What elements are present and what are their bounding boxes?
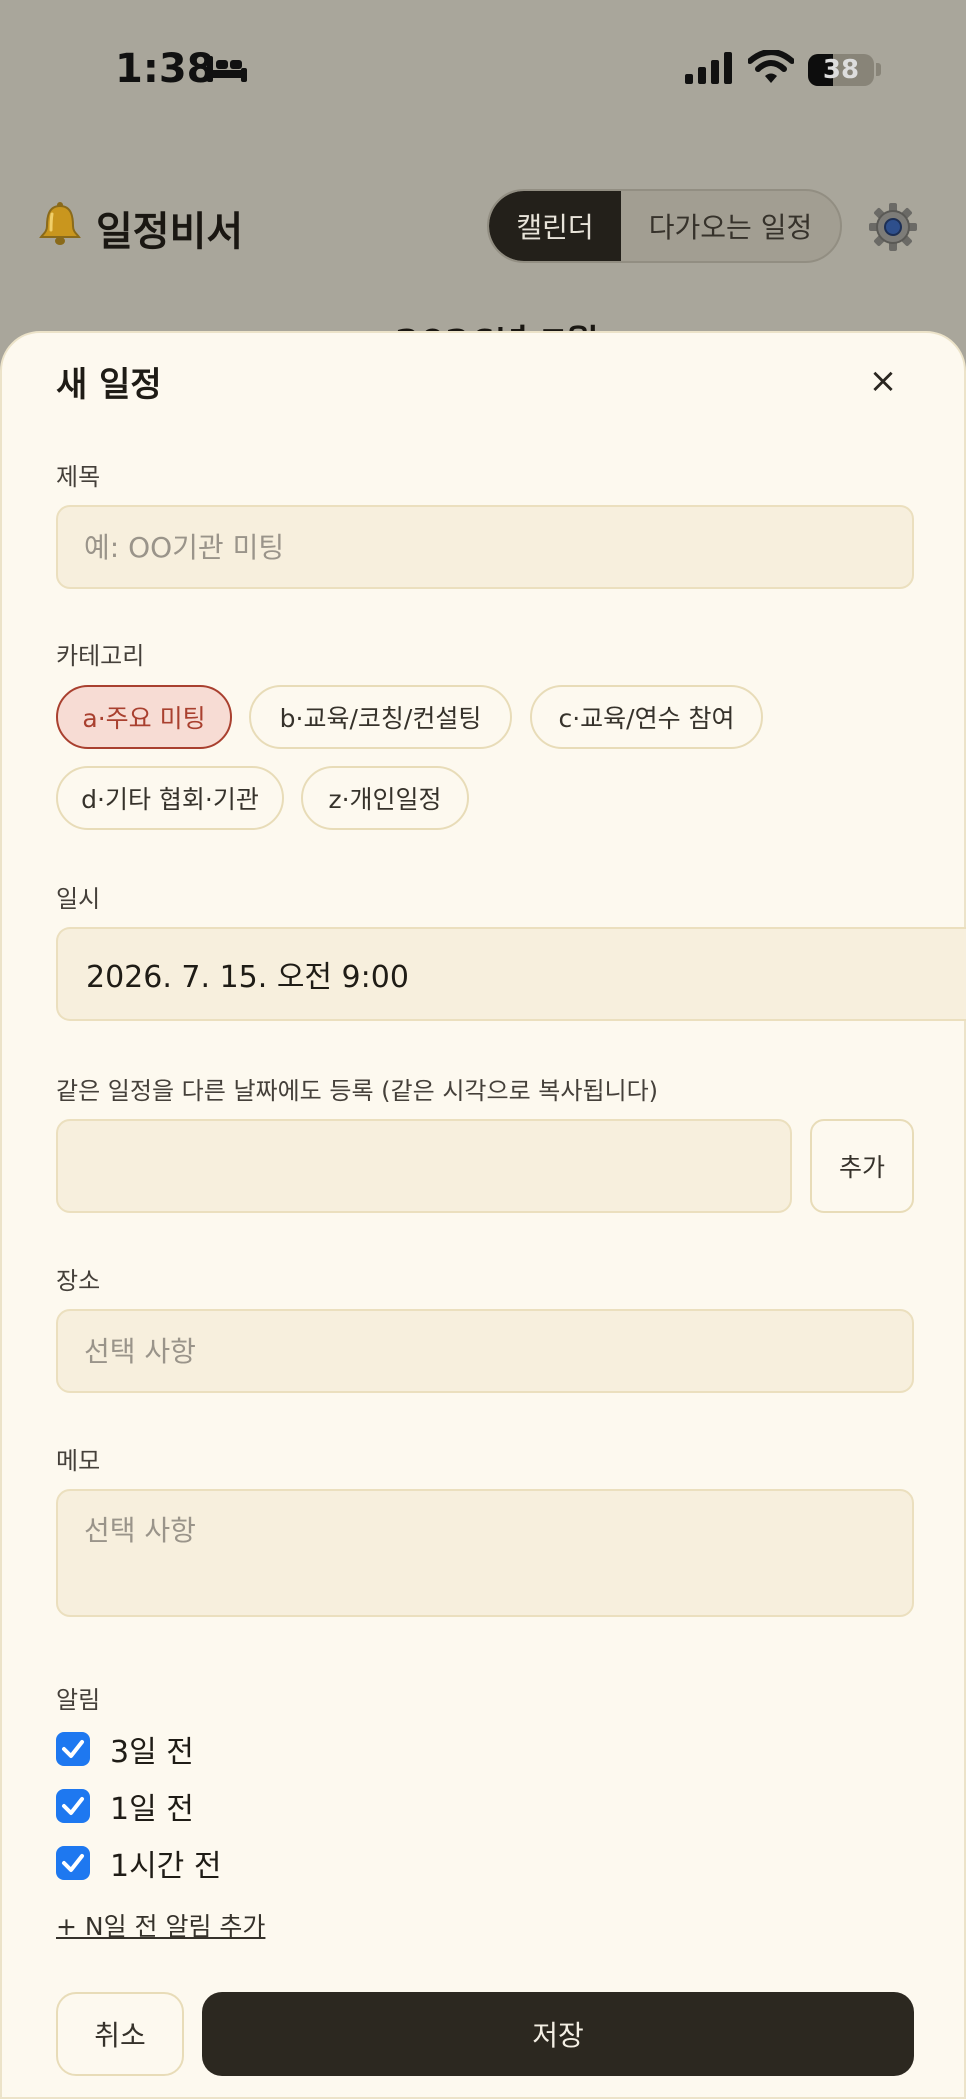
title-input[interactable] [56,505,914,589]
category-chip-a[interactable]: a·주요 미팅 [56,685,232,749]
datetime-label: 일시 [56,885,101,913]
wifi-icon [748,50,794,83]
repeat-date-input[interactable] [56,1119,792,1213]
memo-label: 메모 [56,1447,101,1475]
datetime-value: 2026. 7. 15. 오전 9:00 [86,960,409,995]
battery-indicator: 38 [808,54,874,86]
signal-icon [685,52,732,84]
add-reminder-link[interactable]: + N일 전 알림 추가 [56,1907,265,1943]
reminder-option-3days[interactable]: 3일 전 [56,1727,194,1771]
bed-icon [207,56,247,82]
title-label: 제목 [56,463,101,491]
location-input[interactable] [56,1309,914,1393]
reminder-label: 알림 [56,1686,101,1714]
checkbox-3days[interactable] [56,1732,90,1766]
battery-tip [876,63,881,76]
reminder-label-1day: 1일 전 [110,1792,194,1827]
category-chip-c[interactable]: c·교육/연수 참여 [530,685,763,749]
sheet-title: 새 일정 [56,365,162,405]
tab-calendar[interactable]: 캘린더 [489,191,621,261]
bell-icon [39,202,81,245]
checkmark-icon [62,1854,84,1872]
category-label: 카테고리 [56,642,145,670]
category-chip-z[interactable]: z·개인일정 [301,766,469,830]
checkmark-icon [62,1740,84,1758]
datetime-input[interactable]: 2026. 7. 15. 오전 9:00 [56,927,966,1021]
location-label: 장소 [56,1267,101,1295]
memo-input[interactable] [56,1489,914,1617]
category-chip-b[interactable]: b·교육/코칭/컨설팅 [249,685,512,749]
reminder-label-1hour: 1시간 전 [110,1849,222,1884]
reminder-option-1hour[interactable]: 1시간 전 [56,1841,221,1885]
status-time: 1:38 [115,46,215,92]
repeat-label: 같은 일정을 다른 날짜에도 등록 (같은 시각으로 복사됩니다) [56,1077,659,1105]
app-title: 일정비서 [96,209,244,255]
battery-percentage: 38 [822,55,860,85]
checkmark-icon [62,1797,84,1815]
cancel-button[interactable]: 취소 [56,1992,184,2076]
add-date-button[interactable]: 추가 [810,1119,914,1213]
category-chip-d[interactable]: d·기타 협회·기관 [56,766,284,830]
save-button[interactable]: 저장 [202,1992,914,2076]
gear-icon[interactable] [868,202,918,252]
status-bar: 1:38 38 [0,0,966,140]
close-button[interactable]: × [857,355,909,407]
view-toggle: 캘린더 다가오는 일정 [487,189,842,263]
checkbox-1day[interactable] [56,1789,90,1823]
tab-upcoming[interactable]: 다가오는 일정 [621,191,840,261]
reminder-option-1day[interactable]: 1일 전 [56,1784,194,1828]
reminder-label-3days: 3일 전 [110,1735,194,1770]
checkbox-1hour[interactable] [56,1846,90,1880]
new-event-sheet: 새 일정 × 제목 카테고리 a·주요 미팅 b·교육/코칭/컨설팅 c·교육/… [0,331,966,2099]
